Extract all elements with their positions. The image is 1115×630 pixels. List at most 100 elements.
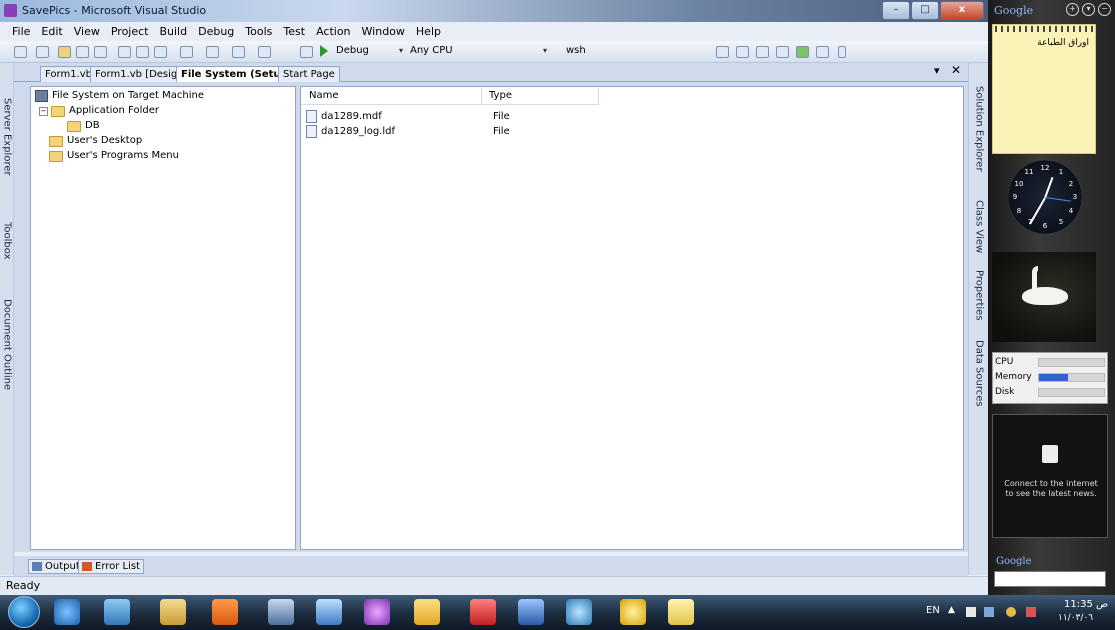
minimize-icon[interactable]: −	[1098, 3, 1111, 16]
copy-icon[interactable]	[136, 46, 149, 58]
menu-help[interactable]: Help	[416, 25, 441, 38]
menu-debug[interactable]: Debug	[198, 25, 234, 38]
tools-icon[interactable]	[414, 599, 440, 625]
visual-studio-taskbar-icon[interactable]	[364, 599, 390, 625]
server-explorer-tab[interactable]: Server Explorer	[0, 67, 14, 207]
data-sources-tab[interactable]: Data Sources	[972, 331, 986, 415]
menu-test[interactable]: Test	[283, 25, 305, 38]
find-in-files-icon[interactable]	[716, 46, 729, 58]
menu-project[interactable]: Project	[111, 25, 149, 38]
media-icon[interactable]	[620, 599, 646, 625]
toolbox-tab[interactable]: Toolbox	[0, 211, 14, 271]
tab-form1-vb[interactable]: Form1.vb	[40, 66, 97, 82]
flag-icon[interactable]	[966, 607, 976, 617]
system-date[interactable]: ١١/٠٣/٠٦	[1058, 613, 1093, 623]
column-divider[interactable]	[598, 88, 599, 104]
windows-explorer-icon[interactable]	[160, 599, 186, 625]
tree-item-application-folder[interactable]: − Application Folder	[39, 104, 159, 118]
toolbox-icon[interactable]	[796, 46, 809, 58]
object-browser-icon[interactable]	[776, 46, 789, 58]
sticky-notes-icon[interactable]	[668, 599, 694, 625]
navigate-forward-icon[interactable]	[258, 46, 271, 58]
column-divider[interactable]	[481, 88, 482, 104]
network-icon[interactable]	[104, 599, 130, 625]
network-status-icon[interactable]	[984, 607, 994, 617]
close-tab-icon[interactable]: ✕	[951, 63, 961, 77]
new-project-icon[interactable]	[14, 46, 27, 58]
list-app-icon[interactable]	[518, 599, 544, 625]
clock-number: 8	[1016, 207, 1022, 215]
column-header-name[interactable]: Name	[309, 90, 339, 101]
class-view-tab[interactable]: Class View	[972, 195, 986, 259]
file-name: da1289_log.ldf	[321, 125, 395, 137]
properties-tab[interactable]: Properties	[972, 263, 986, 327]
tab-list-dropdown-icon[interactable]: ▾	[934, 64, 940, 77]
start-debugging-icon[interactable]	[320, 45, 328, 57]
notepad-icon[interactable]	[316, 599, 342, 625]
menu-tools[interactable]: Tools	[245, 25, 272, 38]
menu-build[interactable]: Build	[159, 25, 187, 38]
tree-root[interactable]: File System on Target Machine	[35, 89, 204, 103]
maximize-button[interactable]: □	[911, 1, 939, 20]
platform-select[interactable]: ▾ Any CPU	[396, 44, 534, 60]
volume-icon[interactable]	[1026, 607, 1036, 617]
word-icon[interactable]	[268, 599, 294, 625]
open-file-icon[interactable]	[58, 46, 71, 58]
messenger-icon[interactable]	[566, 599, 592, 625]
tree-item-users-programs-menu[interactable]: User's Programs Menu	[49, 149, 179, 163]
note-text[interactable]: اوراق الطباعة	[1037, 38, 1089, 48]
notes-gadget[interactable]: اوراق الطباعة	[992, 24, 1096, 154]
start-button[interactable]	[8, 596, 40, 628]
add-item-icon[interactable]	[36, 46, 49, 58]
tray-app-icon[interactable]	[1006, 607, 1016, 617]
menu-icon[interactable]: ▾	[1082, 3, 1095, 16]
tab-start-page[interactable]: Start Page	[278, 66, 340, 82]
find-combo[interactable]: ▾ wsh	[540, 44, 700, 60]
navigate-backward-icon[interactable]	[232, 46, 245, 58]
cpu-meter	[1038, 358, 1105, 367]
configuration-select[interactable]: Debug	[332, 44, 392, 60]
paste-icon[interactable]	[154, 46, 167, 58]
solution-explorer-icon[interactable]	[736, 46, 749, 58]
column-header-type[interactable]: Type	[489, 90, 512, 101]
properties-icon[interactable]	[756, 46, 769, 58]
start-page-icon[interactable]	[816, 46, 829, 58]
collapse-icon[interactable]: −	[39, 106, 48, 116]
menu-file[interactable]: File	[12, 25, 30, 38]
clock-gadget[interactable]: 12 1 2 3 4 5 6 7 8 9 10 11	[1008, 160, 1082, 234]
internet-explorer-icon[interactable]	[54, 599, 80, 625]
show-hidden-icons-icon[interactable]: ▲	[948, 605, 955, 615]
redo-icon[interactable]	[206, 46, 219, 58]
save-icon[interactable]	[76, 46, 89, 58]
tab-output[interactable]: Output	[28, 559, 84, 574]
tree-item-db[interactable]: DB	[67, 119, 100, 133]
language-indicator[interactable]: EN	[926, 605, 940, 616]
cut-icon[interactable]	[118, 46, 131, 58]
media-player-icon[interactable]	[212, 599, 238, 625]
system-meters-gadget[interactable]: CPU Memory Disk	[992, 352, 1108, 404]
news-gadget[interactable]: Connect to the internet to see the lates…	[992, 414, 1108, 538]
toolbar-options-icon[interactable]	[838, 46, 846, 58]
save-all-icon[interactable]	[94, 46, 107, 58]
close-button[interactable]: x	[940, 1, 984, 20]
acrobat-icon[interactable]	[470, 599, 496, 625]
add-gadget-icon[interactable]: +	[1066, 3, 1079, 16]
document-outline-tab[interactable]: Document Outline	[0, 275, 14, 415]
tab-error-list[interactable]: Error List	[78, 559, 145, 574]
tree-item-users-desktop[interactable]: User's Desktop	[49, 134, 142, 148]
google-search-input[interactable]	[994, 571, 1106, 587]
google-logo[interactable]: Google	[994, 4, 1033, 17]
menu-window[interactable]: Window	[362, 25, 405, 38]
minimize-button[interactable]: –	[882, 1, 910, 20]
step-icon[interactable]	[300, 46, 313, 58]
list-item[interactable]: da1289_log.ldf File	[306, 124, 510, 138]
undo-icon[interactable]	[180, 46, 193, 58]
menu-action[interactable]: Action	[316, 25, 350, 38]
system-time[interactable]: 11:35 ص	[1064, 599, 1108, 610]
swan-image	[1022, 287, 1068, 305]
slideshow-gadget[interactable]	[992, 252, 1096, 342]
menu-view[interactable]: View	[74, 25, 100, 38]
solution-explorer-tab[interactable]: Solution Explorer	[972, 67, 986, 191]
list-item[interactable]: da1289.mdf File	[306, 109, 510, 123]
menu-edit[interactable]: Edit	[41, 25, 62, 38]
